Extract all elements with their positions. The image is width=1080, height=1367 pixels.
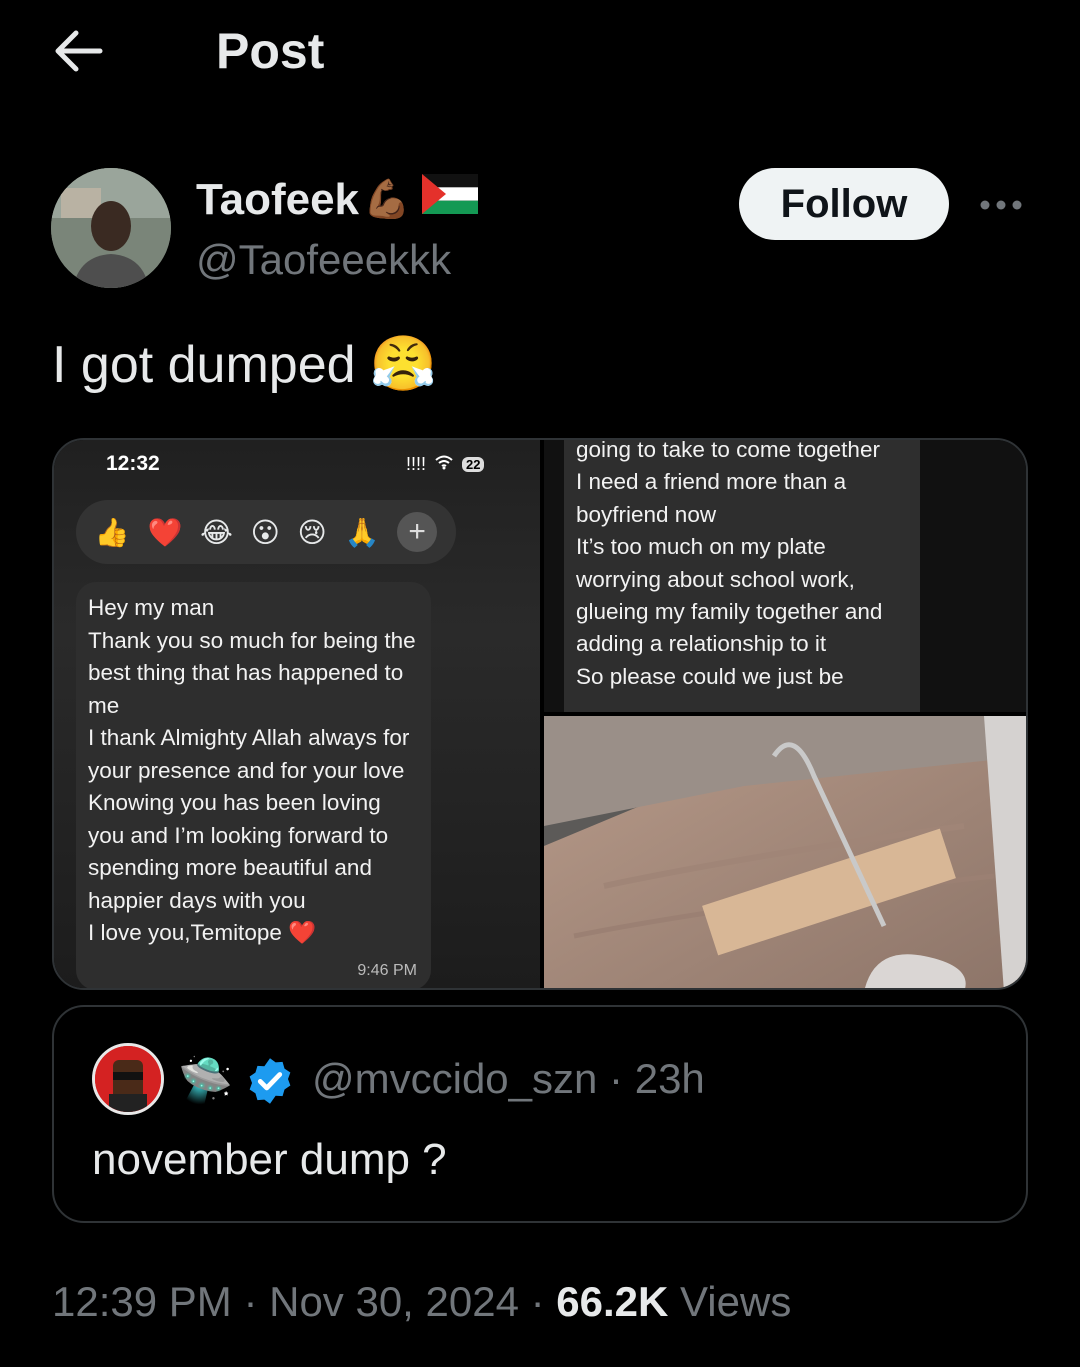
reaction-laugh: 😂	[200, 516, 233, 548]
flexed-bicep-emoji: 💪🏾	[363, 178, 411, 221]
top-bar: Post	[0, 0, 1080, 110]
views-count[interactable]: 66.2K	[556, 1278, 668, 1325]
palestine-flag-icon	[422, 174, 479, 225]
author-name-text: Taofeek	[196, 174, 360, 224]
meta-separator: ·	[597, 1055, 635, 1102]
reaction-bar: 👍 ❤️ 😂 😮 😢 🙏 +	[76, 500, 456, 564]
quoted-age: 23h	[634, 1055, 705, 1102]
author-handle[interactable]: @Taofeeekkk	[196, 236, 451, 284]
back-arrow-icon[interactable]	[52, 28, 104, 74]
views-label: Views	[668, 1278, 792, 1325]
reaction-thumbs-up: 👍	[94, 516, 130, 548]
wifi-icon	[434, 454, 454, 475]
ufo-emoji: 🛸	[178, 1056, 233, 1105]
battery-icon: 22	[462, 457, 485, 472]
author-display-name[interactable]: Taofeek 💪🏾	[196, 174, 479, 225]
post-date[interactable]: Nov 30, 2024	[269, 1278, 519, 1325]
status-icons: !!!! 22	[406, 454, 485, 475]
meta-separator: ·	[518, 1278, 557, 1325]
verified-badge-icon	[244, 1055, 296, 1107]
author-avatar[interactable]	[51, 168, 171, 288]
quoted-post-meta: @mvccido_szn · 23h	[312, 1055, 705, 1103]
quoted-handle[interactable]: @mvccido_szn	[312, 1055, 597, 1102]
post-time[interactable]: 12:39 PM	[52, 1278, 232, 1325]
post-text: I got dumped	[52, 335, 356, 394]
chat-message-text: Hey my man Thank you so much for being t…	[88, 595, 416, 945]
post-meta-footer: 12:39 PM · Nov 30, 2024 · 66.2K Views	[52, 1278, 791, 1326]
reaction-pray: 🙏	[344, 516, 380, 548]
quoted-post-text: november dump ?	[92, 1135, 447, 1184]
iv-drip-arm-photo[interactable]	[544, 716, 1026, 988]
meta-separator: ·	[231, 1278, 270, 1325]
cartoon-avatar-icon[interactable]	[92, 1043, 164, 1115]
signal-icon: !!!!	[406, 454, 427, 474]
more-options-icon[interactable]	[978, 196, 1024, 214]
reaction-wow: 😮	[250, 516, 280, 548]
chat-message-time: 9:46 PM	[357, 962, 417, 979]
chat-message-text: going to take to come together I need a …	[576, 440, 883, 689]
chat-bubble: Hey my man Thank you so much for being t…	[76, 582, 431, 988]
page-title: Post	[216, 23, 325, 79]
post-body: I got dumped 😤	[52, 333, 437, 396]
quoted-post[interactable]: 🛸 @mvccido_szn · 23h november dump ?	[52, 1005, 1028, 1223]
media-chat-screenshot-2[interactable]: going to take to come together I need a …	[544, 440, 1026, 712]
face-with-steam-emoji: 😤	[369, 334, 437, 394]
follow-button[interactable]: Follow	[739, 168, 949, 240]
plus-icon: +	[397, 512, 438, 552]
media-grid: 12:32 !!!! 22 👍 ❤️ 😂 😮 😢 🙏 + Hey my man …	[52, 438, 1028, 990]
status-time: 12:32	[106, 452, 160, 475]
chat-bubble: going to take to come together I need a …	[564, 440, 920, 712]
media-chat-screenshot-1[interactable]: 12:32 !!!! 22 👍 ❤️ 😂 😮 😢 🙏 + Hey my man …	[54, 440, 540, 988]
reaction-cry: 😢	[297, 516, 327, 548]
reaction-heart: ❤️	[147, 516, 183, 548]
